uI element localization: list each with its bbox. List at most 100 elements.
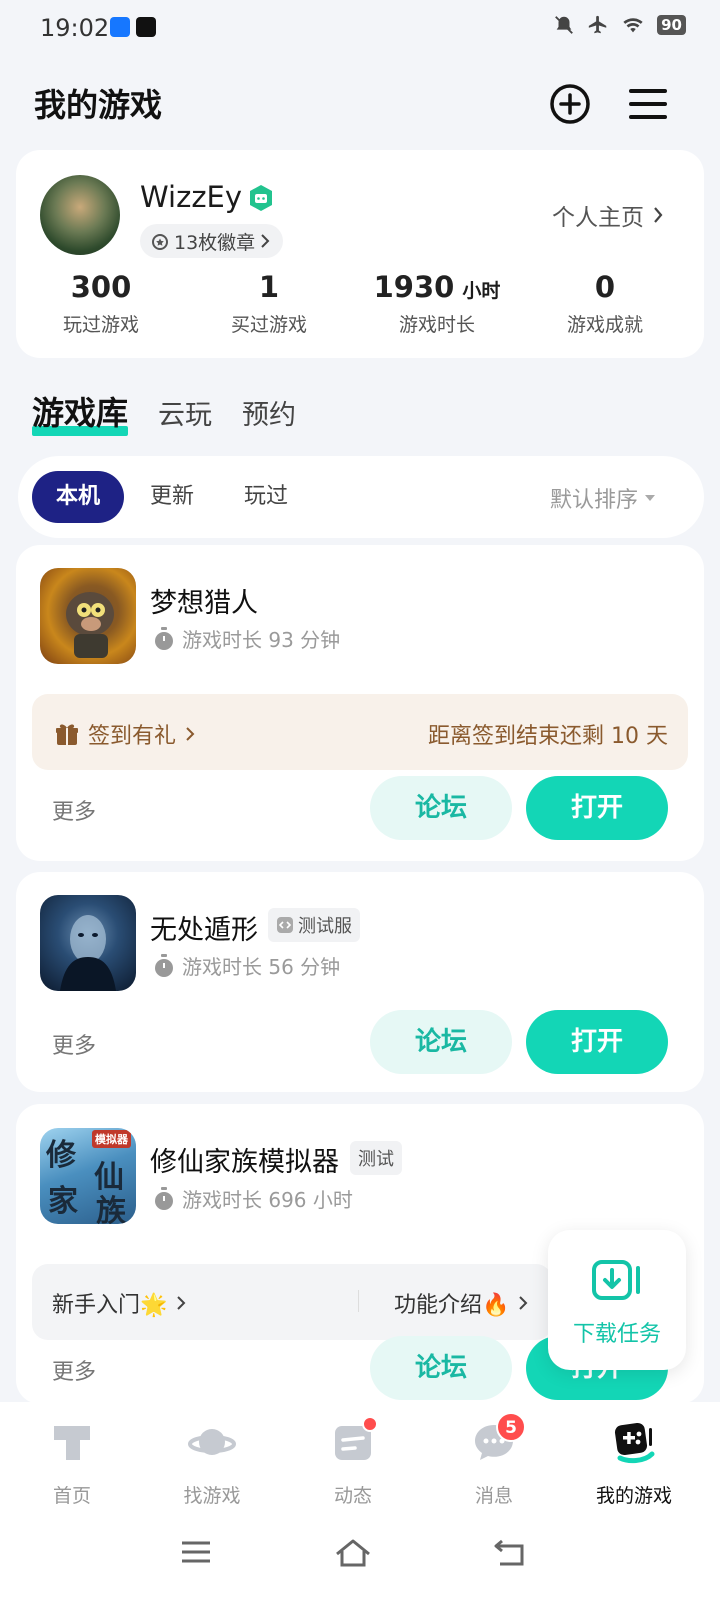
chevron-right-icon	[186, 727, 195, 741]
forum-button[interactable]: 论坛	[370, 776, 512, 840]
feed-unread-dot	[362, 1416, 378, 1432]
nav-discover[interactable]: 找游戏	[142, 1418, 282, 1508]
sort-label: 默认排序	[549, 488, 638, 513]
stopwatch-icon	[155, 626, 173, 650]
airplane-icon	[588, 15, 607, 34]
more-button[interactable]: 更多	[52, 1028, 96, 1060]
stat-value: 300	[70, 270, 132, 304]
chip-local[interactable]: 本机	[32, 471, 125, 523]
test-tag: 测试	[350, 1141, 402, 1175]
test-server-tag: 测试服	[268, 908, 360, 942]
battery-icon: 90	[657, 15, 686, 35]
status-time: 19:02	[40, 14, 110, 42]
code-icon	[277, 917, 293, 933]
chip-played[interactable]: 玩过	[220, 471, 312, 523]
tab-cloud[interactable]: 云玩	[158, 393, 212, 438]
status-right: 90	[553, 14, 686, 36]
stat-achievements[interactable]: 0 游戏成就	[520, 270, 690, 337]
nav-label: 找游戏	[183, 1485, 241, 1507]
recent-apps-icon[interactable]	[180, 1538, 212, 1566]
page-title: 我的游戏	[34, 86, 163, 124]
caret-down-icon	[645, 495, 655, 501]
back-button-icon[interactable]	[492, 1538, 526, 1568]
playtime-text: 游戏时长 56 分钟	[182, 955, 341, 979]
stat-label: 游戏时长	[398, 314, 475, 336]
gift-icon	[56, 724, 78, 745]
menu-icon[interactable]	[626, 82, 670, 126]
badges-label: 13枚徽章	[174, 231, 256, 254]
divider	[358, 1290, 359, 1312]
stat-label: 买过游戏	[230, 314, 307, 336]
signin-label: 签到有礼	[88, 724, 177, 749]
chevron-right-icon	[519, 1296, 528, 1310]
open-button[interactable]: 打开	[526, 1010, 668, 1074]
nav-label: 我的游戏	[595, 1485, 672, 1507]
game-icon-dream-hunter[interactable]	[40, 568, 136, 664]
stat-unit: 小时	[462, 280, 501, 302]
game-icon-cultivation-family[interactable]: 修 仙 家 族 模拟器	[40, 1128, 136, 1224]
icon-ribbon: 模拟器	[92, 1130, 131, 1148]
tab-reserve[interactable]: 预约	[242, 393, 296, 438]
wifi-icon	[623, 18, 643, 33]
nav-home[interactable]: 首页	[2, 1418, 142, 1508]
chevron-right-icon	[177, 1296, 186, 1310]
game-icon-nowhere-to-hide[interactable]	[40, 895, 136, 991]
nav-messages[interactable]: 消息	[424, 1418, 564, 1508]
signin-reward-link[interactable]: 签到有礼	[54, 718, 196, 750]
avatar[interactable]	[40, 175, 120, 255]
beginner-guide-link[interactable]: 新手入门🌟	[52, 1287, 187, 1319]
stat-value: 0	[594, 270, 616, 304]
icon-glyph: 家	[48, 1184, 78, 1219]
download-tasks-label: 下载任务	[572, 1322, 661, 1347]
stat-value: 1	[258, 270, 280, 304]
stat-played[interactable]: 300 玩过游戏	[16, 270, 186, 337]
feature-label: 功能介绍🔥	[394, 1293, 510, 1318]
homepage-link[interactable]: 个人主页	[552, 198, 664, 232]
more-button[interactable]: 更多	[52, 794, 96, 826]
tag-label: 测试服	[298, 916, 352, 937]
tiktok-icon	[136, 17, 156, 37]
playtime-text: 游戏时长 696 小时	[182, 1188, 353, 1212]
open-button[interactable]: 打开	[526, 776, 668, 840]
game-playtime: 游戏时长 56 分钟	[152, 951, 340, 980]
forum-button[interactable]: 论坛	[370, 1336, 512, 1400]
nav-feed[interactable]: 动态	[283, 1418, 423, 1508]
notification-icons	[110, 17, 156, 37]
forum-button[interactable]: 论坛	[370, 1010, 512, 1074]
icon-glyph: 族	[96, 1194, 126, 1224]
badges-button[interactable]: 13枚徽章	[140, 224, 284, 258]
stat-label: 玩过游戏	[62, 314, 139, 336]
stopwatch-icon	[155, 953, 173, 977]
chip-updates[interactable]: 更新	[126, 471, 218, 523]
game-title: 无处遁形	[150, 915, 258, 946]
tab-library[interactable]: 游戏库	[32, 388, 129, 438]
icon-glyph: 修	[46, 1138, 76, 1173]
feature-intro-link[interactable]: 功能介绍🔥	[394, 1287, 529, 1319]
download-icon	[592, 1260, 640, 1300]
chevron-right-icon	[654, 207, 663, 223]
nav-label: 动态	[333, 1485, 372, 1507]
download-tasks-button[interactable]: 下载任务	[548, 1230, 686, 1370]
more-button[interactable]: 更多	[52, 1354, 96, 1386]
nav-label: 消息	[474, 1485, 513, 1507]
nav-my-games[interactable]: 我的游戏	[564, 1418, 704, 1508]
stopwatch-icon	[155, 1186, 173, 1210]
alipay-icon	[110, 17, 130, 37]
home-t-icon	[54, 1426, 90, 1460]
add-circle-icon[interactable]	[548, 82, 592, 126]
game-title: 梦想猎人	[150, 588, 258, 619]
boar-character-icon	[66, 592, 114, 658]
chevron-right-icon	[261, 234, 270, 248]
stat-playtime[interactable]: 1930 小时 游戏时长	[352, 270, 522, 337]
mute-icon	[555, 16, 574, 34]
gamepad-icon	[614, 1422, 655, 1464]
sort-dropdown[interactable]: 默认排序	[550, 482, 656, 514]
game-playtime: 游戏时长 93 分钟	[152, 624, 340, 653]
username: WizzEy	[140, 180, 243, 214]
playtime-text: 游戏时长 93 分钟	[182, 628, 341, 652]
stat-bought[interactable]: 1 买过游戏	[184, 270, 354, 337]
nav-label: 首页	[52, 1485, 91, 1507]
home-button-icon[interactable]	[334, 1538, 372, 1568]
game-title: 修仙家族模拟器	[150, 1147, 339, 1178]
homepage-label: 个人主页	[552, 205, 644, 231]
